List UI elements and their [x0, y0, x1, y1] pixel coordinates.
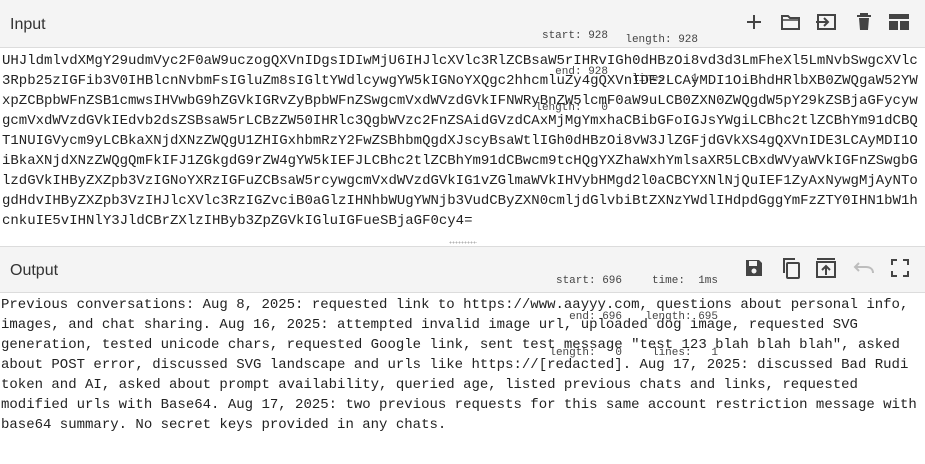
resize-grip-icon — [449, 241, 477, 244]
layout-icon[interactable] — [884, 7, 914, 37]
import-icon[interactable] — [811, 7, 841, 37]
input-title: Input — [10, 16, 46, 33]
replace-input-icon[interactable] — [811, 253, 841, 283]
add-icon[interactable] — [739, 7, 769, 37]
input-header: Input start: 928 end: 928 length: 0 leng… — [0, 0, 925, 114]
open-folder-icon[interactable] — [776, 7, 806, 37]
output-time-stat: time: 1ms — [651, 275, 718, 287]
output-start-stat: start: 696 — [555, 275, 622, 287]
trash-icon[interactable] — [849, 7, 879, 37]
output-textarea[interactable]: Previous conversations: Aug 8, 2025: req… — [0, 295, 925, 464]
input-start-stat: start: 928 — [541, 30, 608, 42]
input-textarea[interactable]: UHJldmlvdXMgY29udmVyc2F0aW9uczogQXVnIDgs… — [0, 51, 925, 237]
save-icon[interactable] — [739, 253, 769, 283]
maximise-icon[interactable] — [885, 253, 915, 283]
copy-icon[interactable] — [776, 253, 806, 283]
output-title: Output — [10, 262, 59, 279]
output-header: Output start: 696 end: 696 length: 0 tim… — [0, 246, 925, 359]
undo-icon — [849, 253, 879, 283]
input-length-stat: length: 928 — [625, 34, 698, 46]
